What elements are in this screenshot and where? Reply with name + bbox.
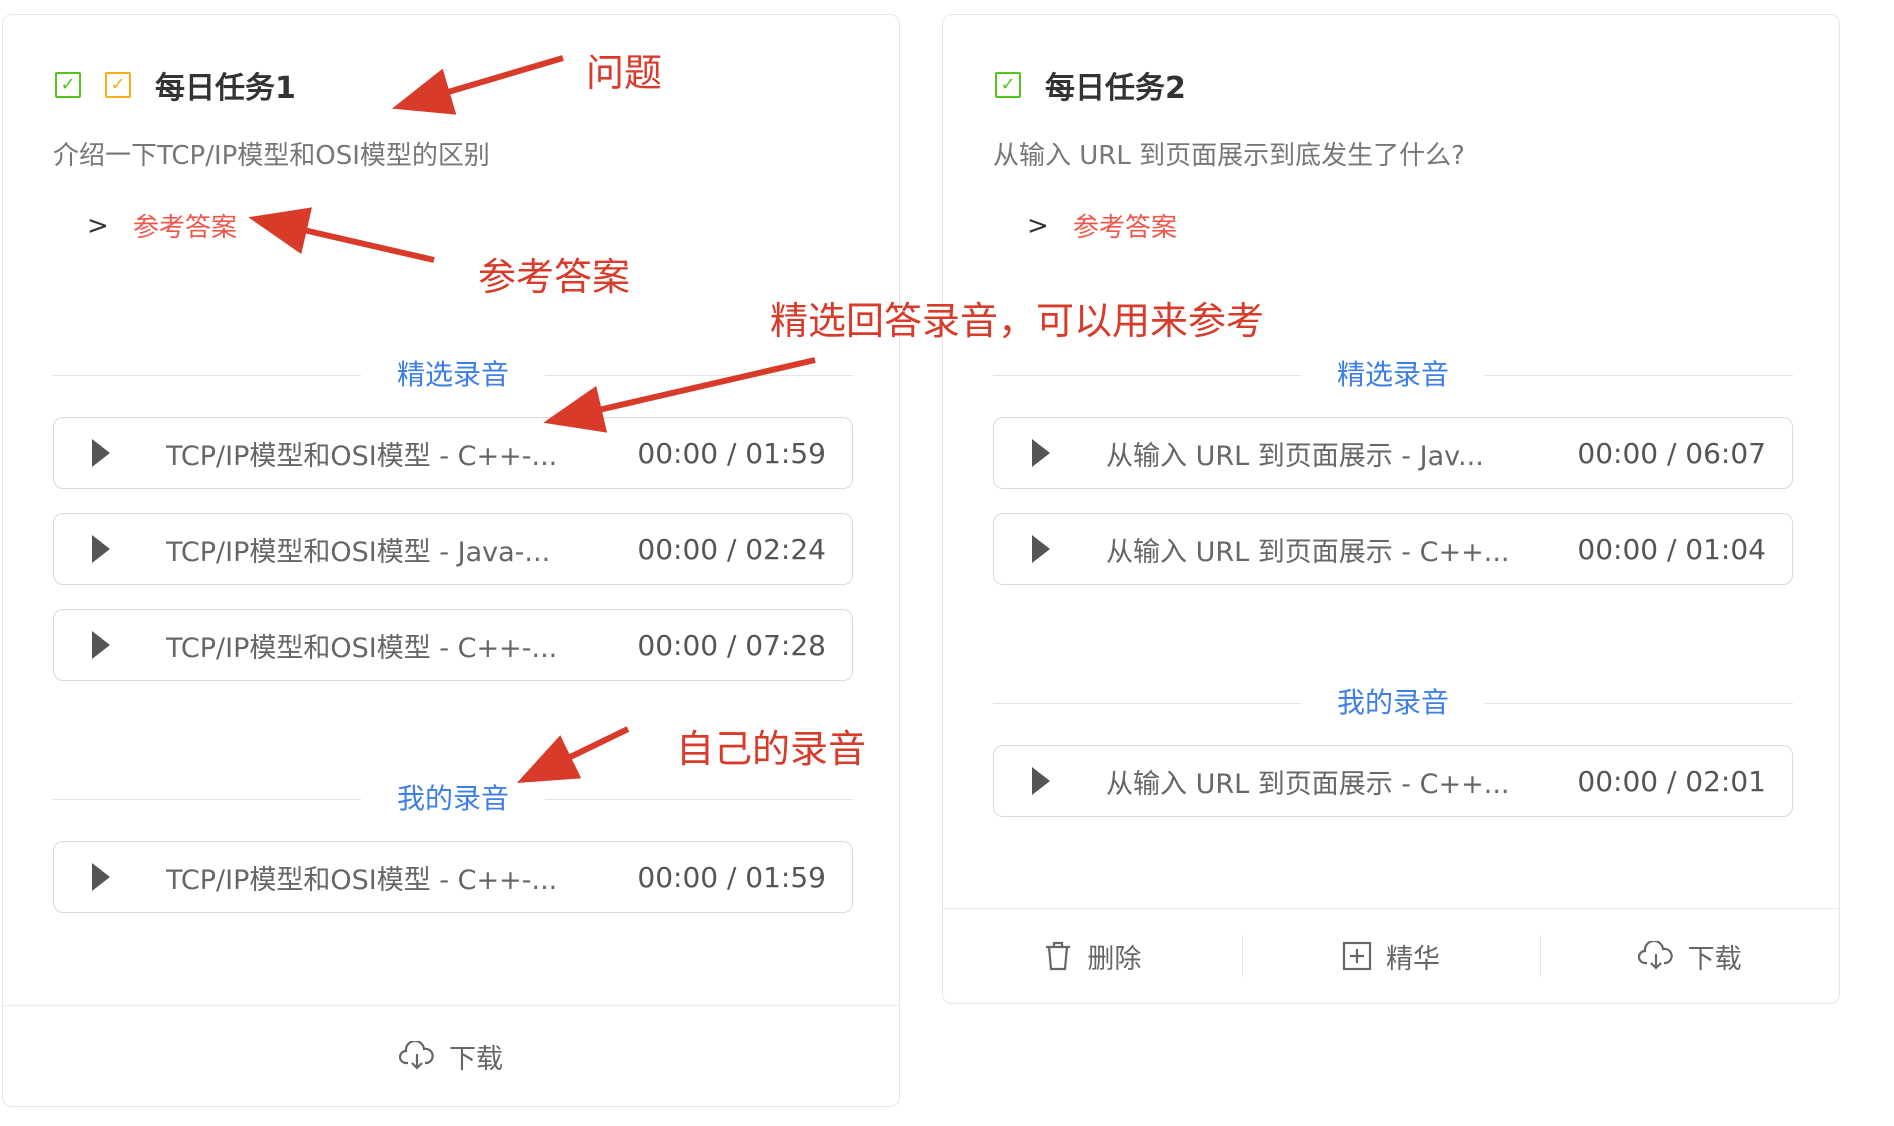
play-icon[interactable]	[92, 631, 110, 659]
task-title: 每日任务2	[1045, 71, 1186, 106]
annotation-mine: 自己的录音	[676, 727, 867, 771]
featured-recordings-divider: 精选录音	[53, 358, 853, 391]
recording-time: 00:00 / 02:01	[1577, 764, 1766, 798]
reference-answer-toggle[interactable]: > 参考答案	[1027, 207, 1177, 244]
annotation-question: 问题	[586, 51, 663, 95]
play-icon[interactable]	[1032, 439, 1050, 467]
card-footer: 下载	[3, 1005, 899, 1106]
my-recordings-heading: 我的录音	[1336, 686, 1449, 719]
recording-time: 00:00 / 01:59	[637, 860, 826, 894]
recording-item[interactable]: TCP/IP模型和OSI模型 - Java-... 00:00 / 02:24	[53, 513, 853, 585]
play-icon[interactable]	[1032, 767, 1050, 795]
recording-time: 00:00 / 06:07	[1577, 436, 1766, 470]
my-recordings-divider: 我的录音	[993, 686, 1793, 719]
check-icon[interactable]: ✓	[105, 72, 131, 98]
recording-name: TCP/IP模型和OSI模型 - C++-...	[166, 440, 558, 472]
trash-icon	[1046, 941, 1071, 971]
recording-item[interactable]: 从输入 URL 到页面展示 - C++... 00:00 / 01:04	[993, 513, 1793, 585]
reference-answer-label: 参考答案	[133, 213, 238, 243]
play-icon[interactable]	[92, 535, 110, 563]
featured-recordings-heading: 精选录音	[1336, 358, 1449, 391]
my-recording-item[interactable]: TCP/IP模型和OSI模型 - C++-... 00:00 / 01:59	[53, 841, 853, 913]
recording-time: 00:00 / 07:28	[637, 628, 826, 662]
featured-recordings-divider: 精选录音	[993, 358, 1793, 391]
featured-recordings-heading: 精选录音	[396, 358, 509, 391]
recording-time: 00:00 / 01:04	[1577, 532, 1766, 566]
play-icon[interactable]	[1032, 535, 1050, 563]
delete-button[interactable]: 删除	[943, 909, 1242, 1003]
task-title-row: ✓ ✓ 每日任务1	[55, 65, 296, 106]
card-footer: 删除 精华 下载	[943, 908, 1839, 1003]
cloud-download-icon	[1637, 941, 1673, 970]
recording-time: 00:00 / 02:24	[637, 532, 826, 566]
recording-name: 从输入 URL 到页面展示 - Jav...	[1106, 440, 1484, 472]
task-card-2: ✓ 每日任务2 从输入 URL 到页面展示到底发生了什么? > 参考答案 精选录…	[942, 14, 1840, 1004]
highlight-label: 精华	[1386, 943, 1440, 975]
annotation-answer: 参考答案	[478, 255, 631, 299]
chevron-right-icon: >	[87, 210, 109, 241]
annotation-featured: 精选回答录音，可以用来参考	[770, 299, 1265, 343]
download-button[interactable]: 下载	[1540, 909, 1839, 1003]
task-title: 每日任务1	[155, 71, 296, 106]
reference-answer-label: 参考答案	[1073, 213, 1178, 243]
recording-name: 从输入 URL 到页面展示 - C++...	[1106, 768, 1510, 800]
check-icon[interactable]: ✓	[995, 72, 1021, 98]
recording-item[interactable]: TCP/IP模型和OSI模型 - C++-... 00:00 / 01:59	[53, 417, 853, 489]
download-button[interactable]: 下载	[399, 1037, 503, 1076]
download-label: 下载	[449, 1043, 503, 1075]
recording-name: 从输入 URL 到页面展示 - C++...	[1106, 536, 1510, 568]
recording-name: TCP/IP模型和OSI模型 - Java-...	[166, 536, 551, 568]
download-label: 下载	[1687, 943, 1742, 975]
my-recordings-heading: 我的录音	[396, 782, 509, 815]
check-icon[interactable]: ✓	[55, 72, 81, 98]
recording-time: 00:00 / 01:59	[637, 436, 826, 470]
delete-label: 删除	[1087, 943, 1142, 975]
recording-name: TCP/IP模型和OSI模型 - C++-...	[166, 864, 558, 896]
play-icon[interactable]	[92, 863, 110, 891]
cloud-download-icon	[399, 1041, 434, 1070]
task-title-row: ✓ 每日任务2	[995, 65, 1186, 106]
recording-name: TCP/IP模型和OSI模型 - C++-...	[166, 632, 558, 664]
my-recording-item[interactable]: 从输入 URL 到页面展示 - C++... 00:00 / 02:01	[993, 745, 1793, 817]
recording-item[interactable]: TCP/IP模型和OSI模型 - C++-... 00:00 / 07:28	[53, 609, 853, 681]
play-icon[interactable]	[92, 439, 110, 467]
my-recordings-divider: 我的录音	[53, 782, 853, 815]
task-card-1: ✓ ✓ 每日任务1 介绍一下TCP/IP模型和OSI模型的区别 > 参考答案 精…	[2, 14, 900, 1107]
task-question: 介绍一下TCP/IP模型和OSI模型的区别	[53, 141, 490, 171]
plus-square-icon	[1342, 941, 1372, 971]
chevron-right-icon: >	[1027, 210, 1049, 241]
task-question: 从输入 URL 到页面展示到底发生了什么?	[993, 141, 1465, 171]
recording-item[interactable]: 从输入 URL 到页面展示 - Jav... 00:00 / 06:07	[993, 417, 1793, 489]
reference-answer-toggle[interactable]: > 参考答案	[87, 207, 237, 244]
highlight-button[interactable]: 精华	[1241, 909, 1541, 1003]
